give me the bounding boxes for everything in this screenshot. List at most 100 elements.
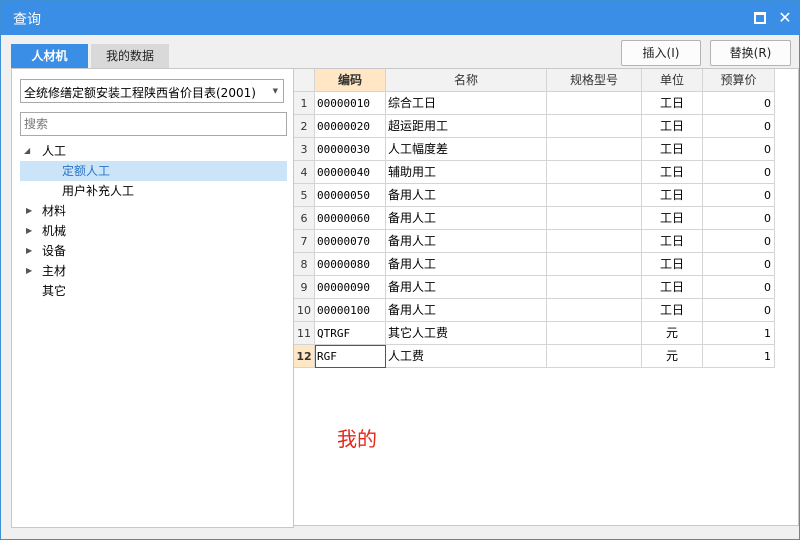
cell-unit[interactable]: 元 xyxy=(642,322,703,345)
row-number[interactable]: 12 xyxy=(294,345,315,368)
close-button[interactable]: ✕ xyxy=(774,7,796,29)
cell-unit[interactable]: 工日 xyxy=(642,230,703,253)
cell-spec[interactable] xyxy=(547,184,642,207)
cell-code[interactable]: 00000050 xyxy=(315,184,386,207)
cell-price[interactable]: 1 xyxy=(703,322,775,345)
row-number[interactable]: 1 xyxy=(294,92,315,115)
row-number[interactable]: 8 xyxy=(294,253,315,276)
maximize-icon xyxy=(754,12,766,24)
cell-unit[interactable]: 工日 xyxy=(642,161,703,184)
cell-name[interactable]: 备用人工 xyxy=(386,230,547,253)
cell-spec[interactable] xyxy=(547,230,642,253)
header-spec[interactable]: 规格型号 xyxy=(547,69,642,92)
query-dialog: 查询 ✕ 人材机 我的数据 插入(I) 替换(R) 全统修缮定额安装工程陕西省价… xyxy=(0,0,800,540)
header-name[interactable]: 名称 xyxy=(386,69,547,92)
insert-button[interactable]: 插入(I) xyxy=(621,40,701,66)
cell-name[interactable]: 人工费 xyxy=(386,345,547,368)
tab-materials[interactable]: 人材机 xyxy=(11,44,88,68)
cell-unit[interactable]: 工日 xyxy=(642,276,703,299)
cell-price[interactable]: 0 xyxy=(703,299,775,322)
cell-unit[interactable]: 工日 xyxy=(642,207,703,230)
window-title: 查询 xyxy=(13,12,41,28)
tab-my-data[interactable]: 我的数据 xyxy=(91,44,169,68)
cell-code[interactable]: RGF xyxy=(315,345,386,368)
tree-collapsed-icon: ▶ xyxy=(26,226,33,235)
tree-item-user-labor[interactable]: 用户补充人工 xyxy=(62,181,134,201)
price-list-select[interactable]: 全统修缮定额安装工程陕西省价目表(2001) ▼ xyxy=(20,79,284,103)
tree-item-quota-labor[interactable]: 定额人工 xyxy=(20,161,287,181)
tree-expanded-icon: ◢ xyxy=(24,146,31,155)
cell-name[interactable]: 备用人工 xyxy=(386,253,547,276)
cell-price[interactable]: 0 xyxy=(703,115,775,138)
row-number[interactable]: 10 xyxy=(294,299,315,322)
title-bar: 查询 ✕ xyxy=(1,1,799,35)
row-number[interactable]: 7 xyxy=(294,230,315,253)
cell-name[interactable]: 备用人工 xyxy=(386,184,547,207)
cell-price[interactable]: 0 xyxy=(703,161,775,184)
cell-spec[interactable] xyxy=(547,161,642,184)
cell-name[interactable]: 其它人工费 xyxy=(386,322,547,345)
tree-item-other[interactable]: 其它 xyxy=(42,281,66,301)
cell-price[interactable]: 1 xyxy=(703,345,775,368)
row-number[interactable]: 4 xyxy=(294,161,315,184)
cell-spec[interactable] xyxy=(547,207,642,230)
cell-price[interactable]: 0 xyxy=(703,92,775,115)
maximize-button[interactable] xyxy=(749,7,771,29)
cell-spec[interactable] xyxy=(547,138,642,161)
cell-code[interactable]: 00000080 xyxy=(315,253,386,276)
cell-code[interactable]: 00000020 xyxy=(315,115,386,138)
row-number[interactable]: 5 xyxy=(294,184,315,207)
header-code[interactable]: 编码 xyxy=(315,69,386,92)
cell-code[interactable]: 00000030 xyxy=(315,138,386,161)
tree-collapsed-icon: ▶ xyxy=(26,246,33,255)
header-unit[interactable]: 单位 xyxy=(642,69,703,92)
row-number[interactable]: 9 xyxy=(294,276,315,299)
cell-unit[interactable]: 工日 xyxy=(642,92,703,115)
chevron-down-icon: ▼ xyxy=(272,87,278,95)
cell-spec[interactable] xyxy=(547,115,642,138)
cell-name[interactable]: 备用人工 xyxy=(386,276,547,299)
cell-spec[interactable] xyxy=(547,276,642,299)
cell-code[interactable]: 00000040 xyxy=(315,161,386,184)
cell-name[interactable]: 辅助用工 xyxy=(386,161,547,184)
cell-price[interactable]: 0 xyxy=(703,230,775,253)
close-icon: ✕ xyxy=(778,8,792,27)
cell-spec[interactable] xyxy=(547,345,642,368)
cell-price[interactable]: 0 xyxy=(703,276,775,299)
cell-unit[interactable]: 工日 xyxy=(642,253,703,276)
cell-spec[interactable] xyxy=(547,92,642,115)
cell-code[interactable]: 00000090 xyxy=(315,276,386,299)
cell-unit[interactable]: 工日 xyxy=(642,299,703,322)
replace-button[interactable]: 替换(R) xyxy=(710,40,791,66)
row-number[interactable]: 6 xyxy=(294,207,315,230)
cell-code[interactable]: QTRGF xyxy=(315,322,386,345)
row-number[interactable]: 11 xyxy=(294,322,315,345)
cell-unit[interactable]: 工日 xyxy=(642,138,703,161)
cell-spec[interactable] xyxy=(547,253,642,276)
cell-price[interactable]: 0 xyxy=(703,184,775,207)
row-number[interactable]: 3 xyxy=(294,138,315,161)
tree-collapsed-icon: ▶ xyxy=(26,266,33,275)
grid-corner[interactable] xyxy=(294,69,315,92)
cell-code[interactable]: 00000060 xyxy=(315,207,386,230)
cell-price[interactable]: 0 xyxy=(703,207,775,230)
cell-price[interactable]: 0 xyxy=(703,138,775,161)
cell-code[interactable]: 00000100 xyxy=(315,299,386,322)
price-list-select-value: 全统修缮定额安装工程陕西省价目表(2001) xyxy=(24,86,256,100)
cell-spec[interactable] xyxy=(547,322,642,345)
cell-name[interactable]: 超运距用工 xyxy=(386,115,547,138)
cell-price[interactable]: 0 xyxy=(703,253,775,276)
search-input[interactable] xyxy=(20,112,287,136)
cell-name[interactable]: 人工幅度差 xyxy=(386,138,547,161)
cell-unit[interactable]: 工日 xyxy=(642,184,703,207)
cell-unit[interactable]: 元 xyxy=(642,345,703,368)
cell-name[interactable]: 备用人工 xyxy=(386,207,547,230)
cell-spec[interactable] xyxy=(547,299,642,322)
cell-unit[interactable]: 工日 xyxy=(642,115,703,138)
row-number[interactable]: 2 xyxy=(294,115,315,138)
cell-code[interactable]: 00000010 xyxy=(315,92,386,115)
cell-name[interactable]: 备用人工 xyxy=(386,299,547,322)
header-price[interactable]: 预算价 xyxy=(703,69,775,92)
cell-name[interactable]: 综合工日 xyxy=(386,92,547,115)
cell-code[interactable]: 00000070 xyxy=(315,230,386,253)
